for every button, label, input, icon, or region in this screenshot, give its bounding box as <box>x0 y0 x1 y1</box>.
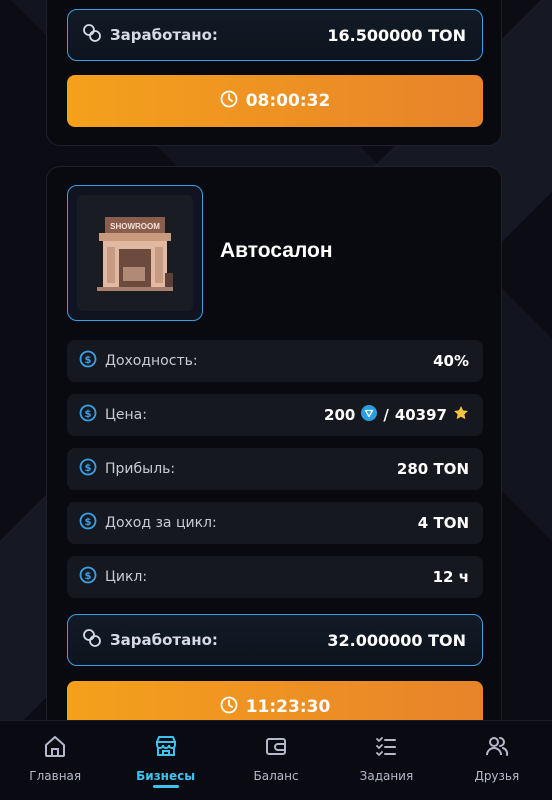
star-icon <box>453 405 469 425</box>
dollar-coin-icon: $ <box>79 458 97 480</box>
coins-icon <box>82 628 102 652</box>
earned-label: Заработано: <box>110 26 218 44</box>
store-icon <box>153 733 179 763</box>
svg-text:$: $ <box>85 517 92 528</box>
dollar-coin-icon: $ <box>79 350 97 372</box>
stat-label: Цикл: <box>105 569 148 585</box>
wallet-icon <box>263 733 289 763</box>
nav-item-friends[interactable]: Друзья <box>442 721 552 800</box>
nav-item-tasks[interactable]: Задания <box>331 721 441 800</box>
earned-label: Заработано: <box>110 631 218 649</box>
home-icon <box>42 733 68 763</box>
nav-item-business[interactable]: Бизнесы <box>110 721 220 800</box>
timer-button[interactable]: 08:00:32 <box>67 75 483 127</box>
nav-item-balance[interactable]: Баланс <box>221 721 331 800</box>
stat-label: Прибыль: <box>105 461 176 477</box>
business-title: Автосалон <box>220 239 333 262</box>
dollar-coin-icon: $ <box>79 512 97 534</box>
earned-panel: Заработано: 16.500000 TON <box>67 9 483 61</box>
price-value: 200 / 40397 <box>324 405 469 425</box>
stat-value: 280 TON <box>396 460 469 478</box>
stat-label: Цена: <box>105 407 147 423</box>
business-image: SHOWROOM <box>67 185 203 321</box>
stat-value: 12 ч <box>432 568 469 586</box>
svg-text:$: $ <box>85 409 92 420</box>
stat-row-yield: $ Доходность: 40% <box>67 340 483 382</box>
price-ton: 200 <box>324 406 356 424</box>
earned-panel: Заработано: 32.000000 TON <box>67 614 483 666</box>
price-separator: / <box>383 406 389 424</box>
stat-row-cycle-income: $ Доход за цикл: 4 TON <box>67 502 483 544</box>
stat-value: 40% <box>433 352 469 370</box>
stat-row-cycle: $ Цикл: 12 ч <box>67 556 483 598</box>
business-card-previous: Заработано: 16.500000 TON 08:00:32 <box>46 0 502 146</box>
earned-value: 32.000000 TON <box>327 630 466 650</box>
stat-label: Доход за цикл: <box>105 515 217 531</box>
stat-value: 4 TON <box>417 514 469 532</box>
dollar-coin-icon: $ <box>79 566 97 588</box>
timer-value: 11:23:30 <box>245 697 331 717</box>
svg-text:$: $ <box>85 571 92 582</box>
timer-value: 08:00:32 <box>245 91 331 111</box>
nav-label: Главная <box>29 769 82 783</box>
clock-icon <box>220 90 238 112</box>
earned-value: 16.500000 TON <box>327 25 466 45</box>
coins-icon <box>82 23 102 47</box>
svg-text:$: $ <box>85 355 92 366</box>
clock-icon <box>220 696 238 718</box>
nav-label: Бизнесы <box>136 769 196 783</box>
nav-label: Баланс <box>253 769 299 783</box>
ton-icon <box>361 405 378 425</box>
nav-label: Друзья <box>474 769 520 783</box>
bottom-nav: Главная Бизнесы Баланс Задания Друзья <box>0 720 552 800</box>
svg-text:$: $ <box>85 463 92 474</box>
nav-label: Задания <box>359 769 414 783</box>
active-indicator <box>152 785 179 788</box>
stat-label: Доходность: <box>105 353 198 369</box>
business-card: SHOWROOM Автосалон $ Доходность: 40% $ Ц… <box>46 166 502 766</box>
price-stars: 40397 <box>394 406 447 424</box>
tasks-icon <box>373 733 399 763</box>
showroom-image: SHOWROOM <box>97 217 173 291</box>
dollar-coin-icon: $ <box>79 404 97 426</box>
stat-row-price: $ Цена: 200 / 40397 <box>67 394 483 436</box>
svg-text:SHOWROOM: SHOWROOM <box>110 222 160 231</box>
nav-item-home[interactable]: Главная <box>0 721 110 800</box>
stat-row-profit: $ Прибыль: 280 TON <box>67 448 483 490</box>
users-icon <box>484 733 510 763</box>
